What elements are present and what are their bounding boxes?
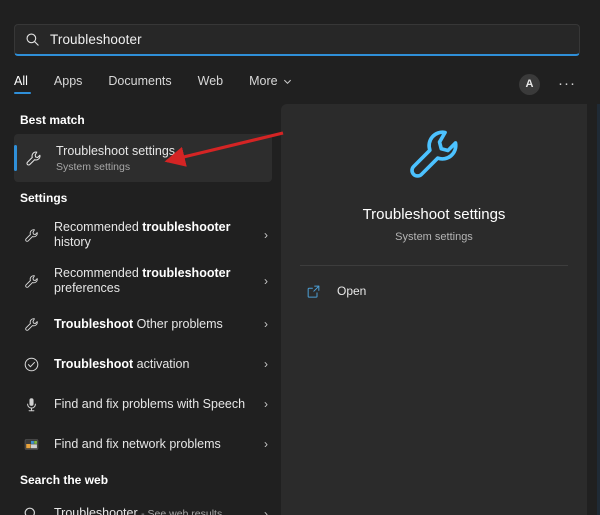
preview-title: Troubleshoot settings (362, 206, 506, 223)
result-label-post: history (54, 235, 91, 249)
wrench-icon (402, 122, 466, 191)
tab-apps[interactable]: Apps (54, 74, 83, 94)
microphone-icon (20, 396, 42, 413)
chevron-right-icon: › (264, 397, 268, 411)
section-title-best-match: Best match (20, 113, 85, 127)
result-label: Troubleshoot settings (56, 143, 176, 158)
result-label: Troubleshoot activation (54, 357, 264, 372)
network-tile-icon (20, 436, 42, 453)
external-link-icon (306, 284, 321, 299)
result-label-match: Troubleshoot (54, 356, 134, 371)
tab-documents[interactable]: Documents (108, 74, 171, 94)
result-text: Troubleshoot settings System settings (56, 144, 260, 173)
wrench-icon (20, 227, 42, 244)
chevron-right-icon: › (264, 274, 268, 288)
search-icon (20, 506, 42, 515)
open-button[interactable]: Open (300, 272, 568, 310)
search-box[interactable] (14, 24, 580, 56)
result-item-troubleshoot-activation[interactable]: Troubleshoot activation › (0, 344, 280, 384)
result-label-match: Troubleshoot (54, 316, 134, 331)
result-sublabel: System settings (56, 160, 131, 173)
result-item-recommended-troubleshooter-preferences[interactable]: Recommended troubleshooter preferences › (0, 258, 280, 304)
result-label: Find and fix network problems (54, 436, 221, 451)
result-item-recommended-troubleshooter-history[interactable]: Recommended troubleshooter history › (0, 212, 280, 258)
section-title-search-the-web: Search the web (20, 473, 109, 487)
chevron-right-icon: › (264, 437, 268, 451)
preview-panel: Troubleshoot settings System settings Op… (281, 104, 587, 515)
check-circle-icon (20, 356, 42, 373)
result-label: Troubleshoot Other problems (54, 317, 264, 332)
result-text: Troubleshoot Other problems (54, 317, 264, 332)
wrench-icon (20, 273, 42, 290)
result-text: Troubleshoot activation (54, 357, 264, 372)
result-label-match: troubleshooter (142, 266, 231, 280)
preview-divider (300, 265, 568, 266)
chevron-right-icon: › (264, 228, 268, 242)
result-item-troubleshoot-other-problems[interactable]: Troubleshoot Other problems › (0, 304, 280, 344)
web-query-text: Troubleshooter (54, 506, 138, 515)
avatar[interactable]: A (519, 73, 540, 95)
section-title-settings: Settings (20, 191, 68, 205)
result-item-find-and-fix-speech[interactable]: Find and fix problems with Speech › (0, 384, 280, 424)
web-results-suffix: - See web results (141, 508, 223, 515)
result-label-pre: Recommended (54, 266, 143, 280)
result-item-troubleshoot-settings[interactable]: Troubleshoot settings System settings (14, 134, 272, 182)
chevron-down-icon (283, 79, 291, 84)
preview-subtitle: System settings (395, 231, 473, 243)
result-text: Recommended troubleshooter history (54, 220, 264, 250)
tab-all[interactable]: All (14, 74, 31, 94)
result-item-find-and-fix-network[interactable]: Find and fix network problems › (0, 424, 280, 464)
result-label-match: troubleshooter (142, 220, 231, 234)
chevron-right-icon: › (264, 507, 268, 515)
result-label-post: activation (133, 356, 190, 371)
wrench-icon (20, 316, 42, 333)
result-text: Find and fix network problems (54, 437, 264, 452)
open-button-label: Open (337, 284, 367, 298)
wrench-icon (20, 149, 46, 168)
result-label: Recommended troubleshooter history (54, 220, 264, 250)
result-label-post: preferences (54, 281, 121, 295)
result-label: Troubleshooter - See web results (54, 506, 264, 515)
result-text: Find and fix problems with Speech (54, 397, 264, 412)
result-label: Recommended troubleshooter preferences (54, 266, 264, 296)
result-label-pre: Recommended (54, 220, 143, 234)
chevron-right-icon: › (264, 357, 268, 371)
results-list: Best match Troubleshoot settings System … (0, 104, 280, 515)
tab-more[interactable]: More (249, 74, 291, 94)
result-text: Troubleshooter - See web results (54, 506, 264, 515)
tab-more-label: More (249, 74, 278, 88)
chevron-right-icon: › (264, 317, 268, 331)
filter-tabs: All Apps Documents Web More A ··· (14, 70, 580, 98)
result-label: Find and fix problems with Speech (54, 396, 246, 411)
result-item-search-the-web[interactable]: Troubleshooter - See web results › (0, 494, 280, 515)
result-label-post: Other problems (133, 316, 223, 331)
search-input[interactable] (50, 32, 569, 47)
search-icon (25, 32, 40, 47)
overflow-menu-icon[interactable]: ··· (558, 76, 576, 91)
search-flyout: All Apps Documents Web More A ··· Best m… (0, 0, 600, 515)
tab-web[interactable]: Web (198, 74, 223, 94)
result-text: Recommended troubleshooter preferences (54, 266, 264, 296)
